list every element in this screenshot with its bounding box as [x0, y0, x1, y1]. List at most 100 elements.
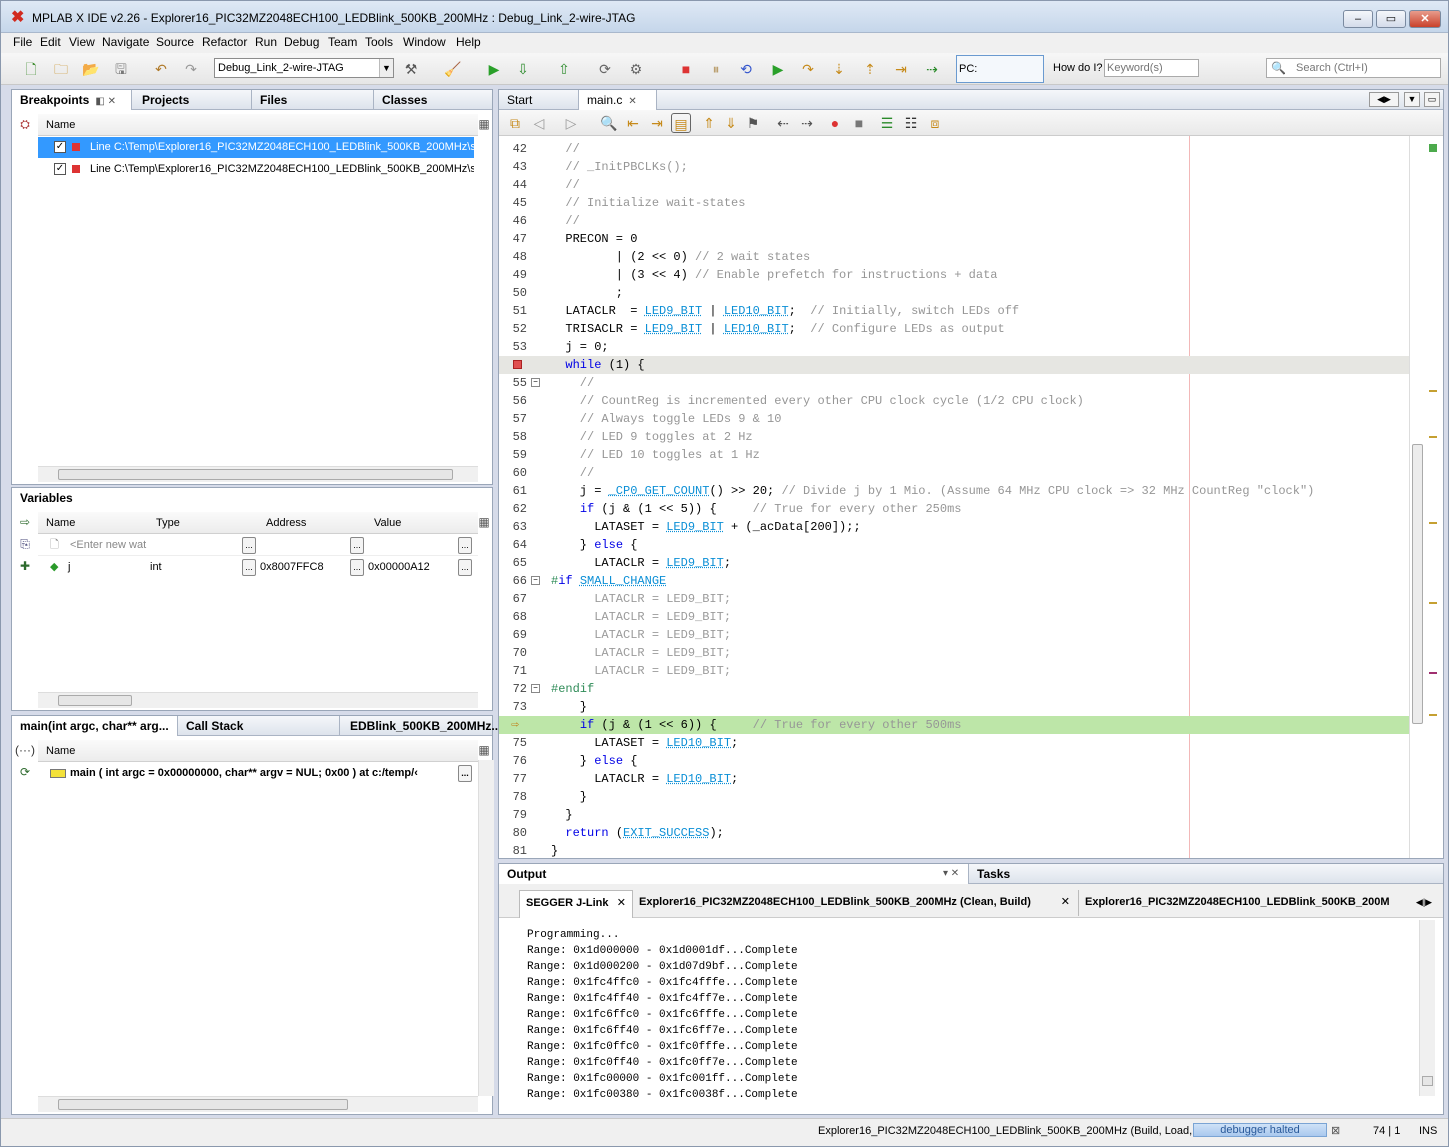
- tab-main-c[interactable]: main.c ✕: [579, 90, 657, 110]
- ellipsis-button[interactable]: ...: [242, 537, 256, 554]
- add-watch-icon[interactable]: ✚: [15, 556, 35, 576]
- new-file-icon[interactable]: 🗋: [21, 59, 41, 79]
- code-line[interactable]: 61 j = _CP0_GET_COUNT() >> 20; // Divide…: [499, 482, 1409, 500]
- code-line[interactable]: 46 //: [499, 212, 1409, 230]
- new-runtime-watch-icon[interactable]: ⎘: [15, 534, 35, 554]
- tab-scroll-icon[interactable]: ◀|▶: [1409, 894, 1439, 910]
- ellipsis-button[interactable]: ...: [458, 537, 472, 554]
- breakpoint-row[interactable]: ✓ Line C:\Temp\Explorer16_PIC32MZ2048ECH…: [38, 159, 474, 180]
- code-line[interactable]: 44 //: [499, 176, 1409, 194]
- comment-icon[interactable]: ☰: [877, 113, 897, 133]
- vertical-scrollbar[interactable]: [1419, 920, 1435, 1096]
- new-watch-icon[interactable]: ⇨: [15, 512, 35, 532]
- code-line[interactable]: 73 }: [499, 698, 1409, 716]
- column-chooser-icon[interactable]: ▦: [474, 512, 494, 532]
- menu-refactor[interactable]: Refactor: [202, 35, 247, 49]
- find-next-icon[interactable]: ⇥: [647, 113, 667, 133]
- undo-icon[interactable]: ↶: [151, 59, 171, 79]
- minimize-button[interactable]: –: [1343, 10, 1373, 28]
- tab-build-load[interactable]: Explorer16_PIC32MZ2048ECH100_LEDBlink_50…: [1081, 890, 1407, 916]
- horizontal-scrollbar[interactable]: [38, 1096, 478, 1112]
- shift-right-icon[interactable]: ⇢: [797, 113, 817, 133]
- menu-source[interactable]: Source: [156, 35, 194, 49]
- code-line[interactable]: 71 LATACLR = LED9_BIT;: [499, 662, 1409, 680]
- new-project-icon[interactable]: 🗀: [51, 59, 71, 79]
- finish-debug-icon[interactable]: ■: [676, 59, 696, 79]
- tab-variables[interactable]: Variables: [12, 488, 492, 508]
- build-hammer-icon[interactable]: ⚒: [401, 59, 421, 79]
- code-line[interactable]: 49 | (3 << 4) // Enable prefetch for ins…: [499, 266, 1409, 284]
- code-line[interactable]: 67 LATACLR = LED9_BIT;: [499, 590, 1409, 608]
- set-pc-icon[interactable]: ⇢: [922, 59, 942, 79]
- code-line[interactable]: 60 //: [499, 464, 1409, 482]
- watch-input[interactable]: <Enter new wat: [70, 535, 146, 556]
- close-icon[interactable]: ▾ ✕: [943, 864, 959, 884]
- find-previous-icon[interactable]: ⇤: [623, 113, 643, 133]
- code-line[interactable]: 50 ;: [499, 284, 1409, 302]
- code-line[interactable]: 58 // LED 9 toggles at 2 Hz: [499, 428, 1409, 446]
- menu-view[interactable]: View: [69, 35, 95, 49]
- tab-clean-build[interactable]: Explorer16_PIC32MZ2048ECH100_LEDBlink_50…: [635, 890, 1079, 916]
- reset-icon[interactable]: ⟲: [736, 59, 756, 79]
- frame-icon[interactable]: (···): [15, 740, 35, 760]
- code-line[interactable]: 68 LATACLR = LED9_BIT;: [499, 608, 1409, 626]
- column-chooser-icon[interactable]: ▦: [474, 114, 494, 134]
- callstack-frame-row[interactable]: main ( int argc = 0x00000000, char** arg…: [38, 763, 478, 784]
- next-bookmark-icon[interactable]: ⇓: [721, 113, 741, 133]
- code-line[interactable]: 63 LATASET = LED9_BIT + (_acData[200]);;: [499, 518, 1409, 536]
- run-project-icon[interactable]: ▶: [484, 59, 504, 79]
- code-line[interactable]: while (1) {: [499, 356, 1409, 374]
- maximize-editor-icon[interactable]: ▭: [1424, 92, 1440, 107]
- refresh-icon[interactable]: ⟳: [15, 762, 35, 782]
- tab-output[interactable]: Output ▾ ✕: [499, 864, 969, 884]
- close-icon[interactable]: ◧ ✕: [95, 96, 116, 107]
- save-all-icon[interactable]: 🖫: [111, 59, 131, 79]
- open-project-icon[interactable]: 📂: [81, 59, 101, 79]
- code-line[interactable]: 57 // Always toggle LEDs 9 & 10: [499, 410, 1409, 428]
- code-line[interactable]: ⇨ if (j & (1 << 6)) { // True for every …: [499, 716, 1409, 734]
- code-line[interactable]: 69 LATACLR = LED9_BIT;: [499, 626, 1409, 644]
- uncomment-icon[interactable]: ☷: [901, 113, 921, 133]
- breakpoint-icon[interactable]: [513, 360, 522, 369]
- code-line[interactable]: 80 return (EXIT_SUCCESS);: [499, 824, 1409, 842]
- code-line[interactable]: 51 LATACLR = LED9_BIT | LED10_BIT; // In…: [499, 302, 1409, 320]
- make-program-icon[interactable]: ⇩: [513, 59, 533, 79]
- code-line[interactable]: 52 TRISACLR = LED9_BIT | LED10_BIT; // C…: [499, 320, 1409, 338]
- tab-files[interactable]: Files: [252, 90, 374, 110]
- code-line[interactable]: 47 PRECON = 0: [499, 230, 1409, 248]
- shift-left-icon[interactable]: ⇠: [773, 113, 793, 133]
- column-chooser-icon[interactable]: ▦: [474, 740, 494, 760]
- hold-in-reset-icon[interactable]: ⇧: [554, 59, 574, 79]
- code-line[interactable]: 53 j = 0;: [499, 338, 1409, 356]
- tab-main-frame[interactable]: main(int argc, char** arg...: [12, 716, 178, 736]
- tab-scroll-icon[interactable]: ◀▶: [1369, 92, 1399, 107]
- ellipsis-button[interactable]: ...: [458, 765, 472, 782]
- new-watch-row[interactable]: 🗋 <Enter new wat ... ... ...: [38, 535, 478, 556]
- menu-file[interactable]: File: [13, 35, 32, 49]
- breakpoint-checkbox[interactable]: ✓: [54, 141, 66, 153]
- toggle-highlight-icon[interactable]: ▤: [671, 113, 691, 133]
- menu-tools[interactable]: Tools: [365, 35, 393, 49]
- diff-icon[interactable]: ⧈: [925, 113, 945, 133]
- code-line[interactable]: 48 | (2 << 0) // 2 wait states: [499, 248, 1409, 266]
- step-into-icon[interactable]: ⇣: [829, 59, 849, 79]
- horizontal-scrollbar[interactable]: [38, 692, 478, 708]
- step-out-icon[interactable]: ⇡: [860, 59, 880, 79]
- ellipsis-button[interactable]: ...: [350, 559, 364, 576]
- code-line[interactable]: 64 } else {: [499, 536, 1409, 554]
- code-line[interactable]: 78 }: [499, 788, 1409, 806]
- vertical-scrollbar[interactable]: [1409, 136, 1425, 858]
- keyword-input[interactable]: [1104, 59, 1199, 77]
- code-line[interactable]: 66− #if SMALL_CHANGE: [499, 572, 1409, 590]
- code-line[interactable]: 70 LATACLR = LED9_BIT;: [499, 644, 1409, 662]
- refresh-icon[interactable]: ⟳: [595, 59, 615, 79]
- tab-tasks[interactable]: Tasks: [969, 864, 1443, 884]
- find-icon[interactable]: 🔍: [599, 113, 619, 133]
- code-line[interactable]: 75 LATASET = LED10_BIT;: [499, 734, 1409, 752]
- continue-icon[interactable]: ▶: [768, 59, 788, 79]
- code-line[interactable]: 43 // _InitPBCLKs();: [499, 158, 1409, 176]
- breakpoint-checkbox[interactable]: ✓: [54, 163, 66, 175]
- breakpoint-row[interactable]: ✓ Line C:\Temp\Explorer16_PIC32MZ2048ECH…: [38, 137, 474, 158]
- menu-debug[interactable]: Debug: [284, 35, 319, 49]
- start-macro-icon[interactable]: ●: [825, 113, 845, 133]
